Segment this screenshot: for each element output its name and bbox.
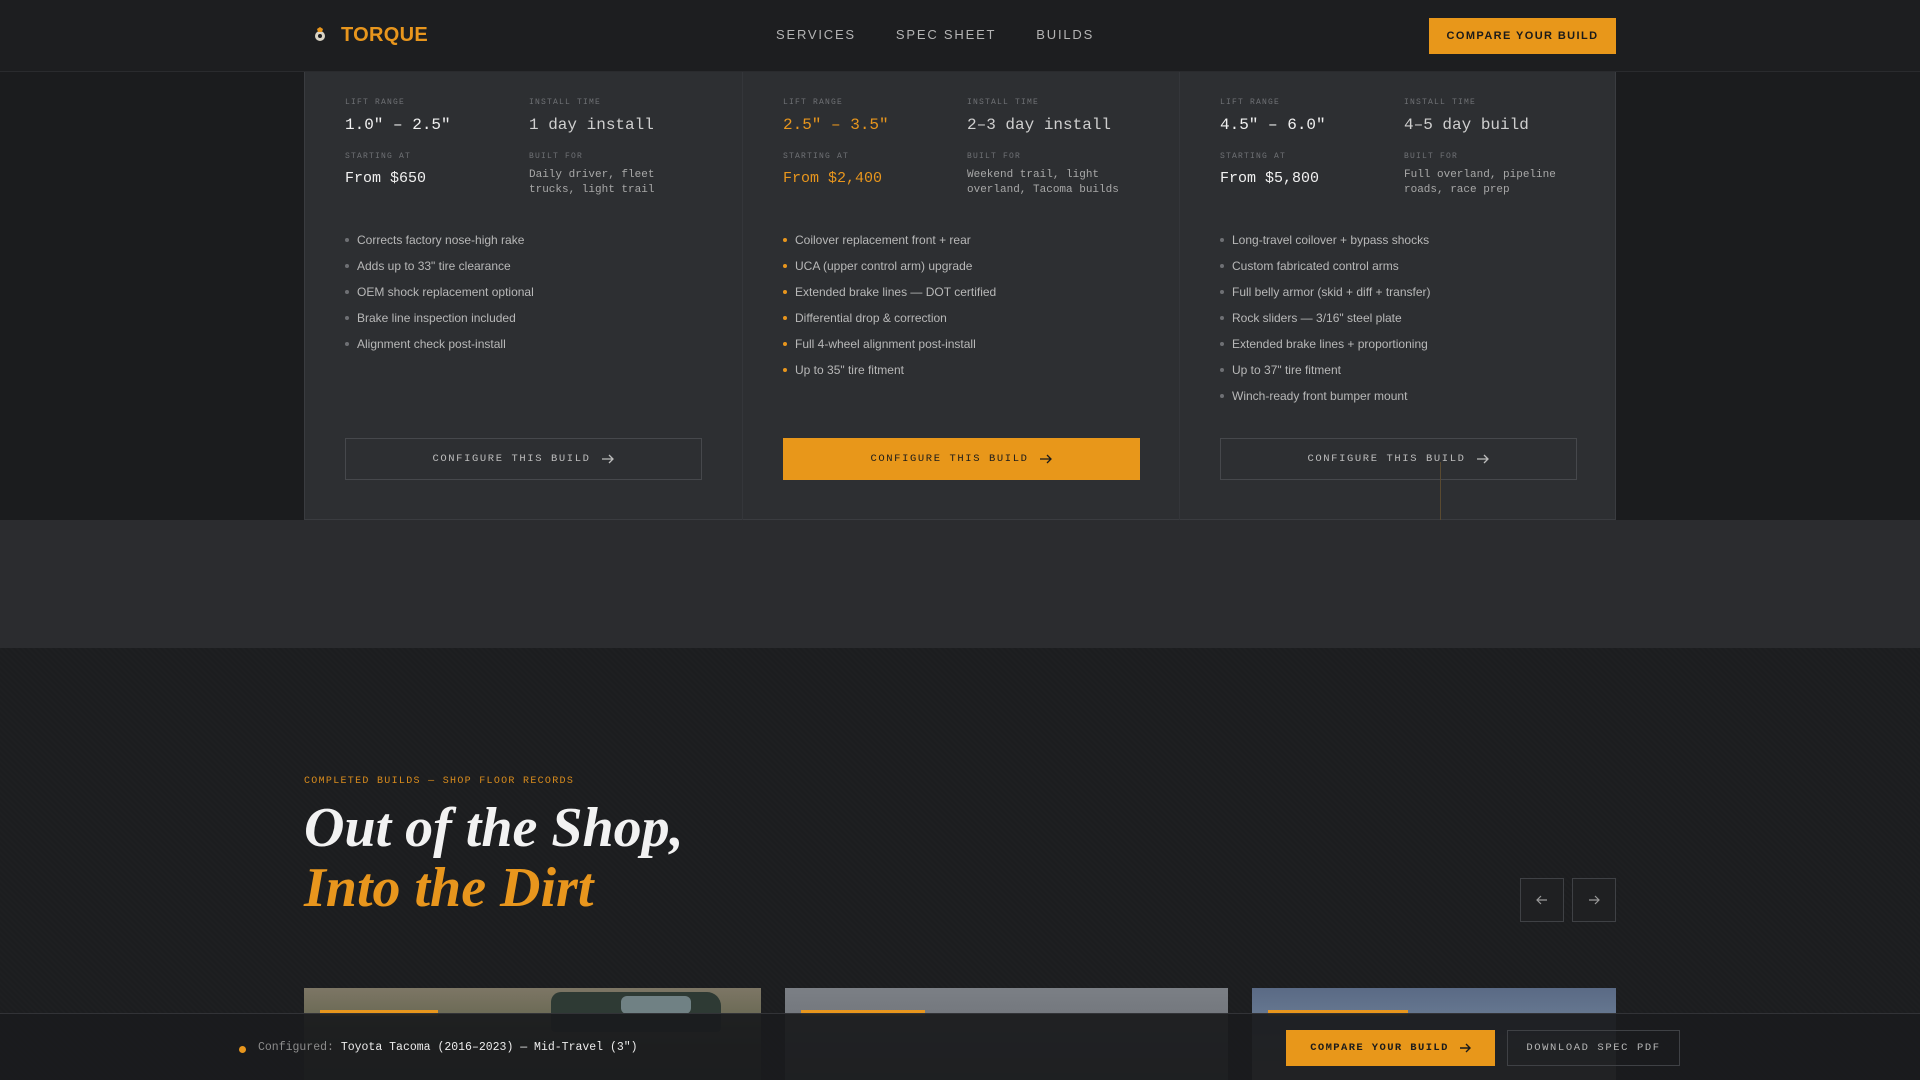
install-value: 2–3 day install — [967, 116, 1112, 134]
tier-card-leveling: LIFT RANGE 1.0" – 2.5" INSTALL TIME 1 da… — [345, 72, 705, 520]
column-divider — [1179, 72, 1180, 520]
section-spacer — [0, 520, 1920, 648]
section-title: Out of the Shop, Into the Dirt — [304, 798, 684, 918]
configured-label: Configured: — [258, 1041, 334, 1054]
configured-value: Toyota Tacoma (2016–2023) — Mid-Travel (… — [340, 1041, 638, 1054]
install-label: INSTALL TIME — [529, 98, 602, 107]
install-value: 1 day install — [529, 116, 654, 134]
carousel-prev-button[interactable] — [1520, 878, 1564, 922]
lift-value: 2.5" – 3.5" — [783, 116, 889, 134]
title-line-1: Out of the Shop, — [304, 797, 684, 859]
built-for-label: BUILT FOR — [1404, 152, 1459, 161]
arrow-right-icon — [1589, 895, 1600, 905]
built-for-value: Full overland, pipeline roads, race prep — [1404, 169, 1556, 196]
built-for-value: Weekend trail, light overland, Tacoma bu… — [967, 169, 1119, 196]
list-item: Alignment check post-install — [345, 336, 534, 362]
list-item: Rock sliders — 3/16" steel plate — [1220, 310, 1431, 336]
tier-card-long-travel: LIFT RANGE 4.5" – 6.0" INSTALL TIME 4–5 … — [1220, 72, 1580, 520]
arrow-right-icon — [1039, 454, 1052, 464]
feature-list: Coilover replacement front + rear UCA (u… — [783, 232, 996, 388]
install-label: INSTALL TIME — [1404, 98, 1477, 107]
nav-builds[interactable]: BUILDS — [1036, 27, 1094, 42]
list-item: UCA (upper control arm) upgrade — [783, 258, 996, 284]
download-spec-pdf-button[interactable]: DOWNLOAD SPEC PDF — [1507, 1030, 1680, 1066]
lift-value: 4.5" – 6.0" — [1220, 116, 1326, 134]
list-item: Winch-ready front bumper mount — [1220, 388, 1431, 414]
arrow-right-icon — [1459, 1043, 1471, 1053]
carousel-next-button[interactable] — [1572, 878, 1616, 922]
site-header: TORQUE SERVICES SPEC SHEET BUILDS COMPAR… — [0, 0, 1920, 72]
price-value: From $2,400 — [783, 170, 883, 187]
tier-card-mid-travel: LIFT RANGE 2.5" – 3.5" INSTALL TIME 2–3 … — [783, 72, 1143, 520]
list-item: Corrects factory nose-high rake — [345, 232, 534, 258]
built-for-label: BUILT FOR — [529, 152, 584, 161]
list-item: Coilover replacement front + rear — [783, 232, 996, 258]
compare-button-label: COMPARE YOUR BUILD — [1310, 1042, 1449, 1054]
list-item: Full 4-wheel alignment post-install — [783, 336, 996, 362]
configure-build-button[interactable]: CONFIGURE THIS BUILD — [783, 438, 1140, 480]
configure-build-button[interactable]: CONFIGURE THIS BUILD — [1220, 438, 1577, 480]
main-nav: SERVICES SPEC SHEET BUILDS — [776, 27, 1094, 42]
price-value: From $5,800 — [1220, 170, 1320, 187]
list-item: Up to 37" tire fitment — [1220, 362, 1431, 388]
arrow-left-icon — [1536, 895, 1547, 905]
status-dot — [239, 1046, 246, 1053]
compare-build-button[interactable]: COMPARE YOUR BUILD — [1429, 18, 1616, 54]
list-item: Up to 35" tire fitment — [783, 362, 996, 388]
arrow-right-icon — [601, 454, 614, 464]
column-divider — [742, 72, 743, 520]
configure-build-button[interactable]: CONFIGURE THIS BUILD — [345, 438, 702, 480]
lift-label: LIFT RANGE — [345, 98, 406, 107]
sticky-config-bar: Configured: Toyota Tacoma (2016–2023) — … — [0, 1013, 1920, 1080]
built-for-label: BUILT FOR — [967, 152, 1022, 161]
price-value: From $650 — [345, 170, 427, 187]
lift-value: 1.0" – 2.5" — [345, 116, 451, 134]
nav-services[interactable]: SERVICES — [776, 27, 856, 42]
gear-icon — [309, 22, 331, 48]
list-item: Adds up to 33" tire clearance — [345, 258, 534, 284]
configure-button-label: CONFIGURE THIS BUILD — [870, 453, 1029, 465]
nav-spec-sheet[interactable]: SPEC SHEET — [896, 27, 996, 42]
brand-logo[interactable]: TORQUE — [309, 22, 428, 48]
configure-button-label: CONFIGURE THIS BUILD — [432, 453, 591, 465]
brand-name: TORQUE — [341, 23, 428, 46]
list-item: Extended brake lines + proportioning — [1220, 336, 1431, 362]
arrow-right-icon — [1476, 454, 1489, 464]
price-label: STARTING AT — [783, 152, 850, 161]
install-label: INSTALL TIME — [967, 98, 1040, 107]
section-eyebrow: COMPLETED BUILDS — SHOP FLOOR RECORDS — [304, 776, 575, 787]
lift-tiers-panel: LIFT RANGE 1.0" – 2.5" INSTALL TIME 1 da… — [304, 72, 1616, 520]
feature-list: Corrects factory nose-high rake Adds up … — [345, 232, 534, 362]
list-item: Custom fabricated control arms — [1220, 258, 1431, 284]
list-item: Long-travel coilover + bypass shocks — [1220, 232, 1431, 258]
price-label: STARTING AT — [345, 152, 412, 161]
lift-label: LIFT RANGE — [783, 98, 844, 107]
list-item: OEM shock replacement optional — [345, 284, 534, 310]
install-value: 4–5 day build — [1404, 116, 1529, 134]
title-line-2: Into the Dirt — [304, 857, 594, 919]
built-for-value: Daily driver, fleet trucks, light trail — [529, 169, 655, 196]
truck-window — [621, 996, 691, 1014]
list-item: Extended brake lines — DOT certified — [783, 284, 996, 310]
list-item: Differential drop & correction — [783, 310, 996, 336]
list-item: Brake line inspection included — [345, 310, 534, 336]
compare-build-button[interactable]: COMPARE YOUR BUILD — [1286, 1030, 1495, 1066]
configure-button-label: CONFIGURE THIS BUILD — [1307, 453, 1466, 465]
lift-label: LIFT RANGE — [1220, 98, 1281, 107]
feature-list: Long-travel coilover + bypass shocks Cus… — [1220, 232, 1431, 414]
list-item: Full belly armor (skid + diff + transfer… — [1220, 284, 1431, 310]
configured-summary: Configured: Toyota Tacoma (2016–2023) — … — [258, 1041, 638, 1054]
price-label: STARTING AT — [1220, 152, 1287, 161]
